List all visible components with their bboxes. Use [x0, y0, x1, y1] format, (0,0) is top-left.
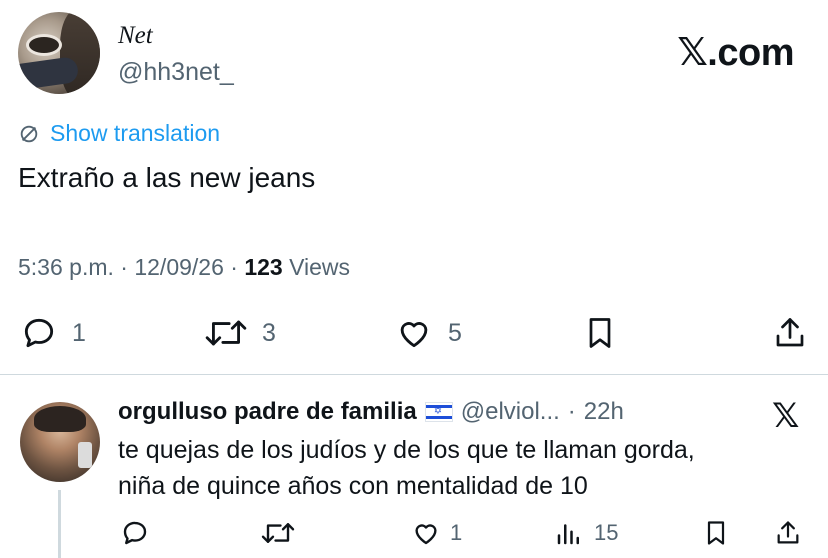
reply-button[interactable]: 1	[20, 314, 86, 352]
tweet-time[interactable]: 5:36 p.m.	[18, 254, 114, 280]
x-com-watermark: 𝕏.com	[677, 32, 794, 74]
reply-icon	[24, 318, 54, 348]
reply-separator: ·	[567, 398, 576, 425]
reply-author-name[interactable]: orgulluso padre de familia	[118, 398, 417, 426]
retweet-icon	[261, 523, 295, 543]
reply-reply-button[interactable]	[120, 518, 150, 548]
heart-icon	[415, 524, 437, 545]
meta-separator: ·	[120, 254, 128, 280]
reply-share-button[interactable]	[774, 518, 802, 548]
share-icon	[777, 521, 799, 544]
reply-count: 1	[72, 318, 86, 347]
reply-like-count: 1	[450, 520, 463, 545]
reply-icon	[123, 521, 147, 545]
analytics-icon	[557, 524, 579, 545]
retweet-count: 3	[262, 318, 276, 347]
author-avatar[interactable]	[18, 12, 100, 94]
views-label: Views	[289, 254, 351, 280]
translate-icon	[20, 125, 38, 142]
show-translation-link[interactable]: Show translation	[18, 120, 220, 147]
share-button[interactable]	[772, 314, 808, 352]
x-logo-icon: 𝕏	[772, 397, 800, 435]
reply-views-button[interactable]: 15	[554, 518, 618, 548]
reply-author-handle[interactable]: @elviol...	[461, 398, 560, 426]
tweet-divider	[0, 374, 828, 375]
tweet-text: Extraño a las new jeans	[18, 162, 316, 193]
author-handle[interactable]: @hh3net_	[118, 58, 234, 87]
israel-flag-icon: ✡	[424, 402, 453, 422]
meta-separator: ·	[230, 254, 238, 280]
reply-bookmark-button[interactable]	[702, 518, 730, 548]
reply-text-line: niña de quince años con mentalidad de 10	[118, 472, 588, 500]
like-button[interactable]: 5	[394, 314, 462, 352]
thread-line	[58, 490, 61, 558]
bookmark-icon	[707, 521, 725, 545]
retweet-icon	[205, 320, 247, 346]
retweet-button[interactable]: 3	[204, 314, 276, 352]
reply-header: orgulluso padre de familia ✡ @elviol... …	[118, 398, 624, 426]
bookmark-button[interactable]	[582, 314, 618, 352]
views-count: 123	[244, 254, 283, 280]
reply-views-count: 15	[594, 520, 619, 545]
like-count: 5	[448, 318, 462, 347]
reply-like-button[interactable]: 1	[410, 518, 462, 548]
reply-time[interactable]: 22h	[584, 398, 624, 426]
author-display-name[interactable]: Net	[118, 22, 153, 50]
reply-retweet-button[interactable]	[260, 518, 296, 548]
tweet-date[interactable]: 12/09/26	[134, 254, 224, 280]
show-translation-label: Show translation	[50, 120, 221, 146]
heart-icon	[400, 322, 428, 348]
tweet-meta: 5:36 p.m. · 12/09/26 · 123 Views	[18, 254, 350, 281]
share-icon	[776, 318, 804, 347]
reply-text: te quejas de los judíos y de los que te …	[118, 432, 808, 504]
reply-author-avatar[interactable]	[20, 402, 100, 482]
reply-text-line: te quejas de los judíos y de los que te …	[118, 436, 695, 464]
bookmark-icon	[589, 318, 611, 348]
